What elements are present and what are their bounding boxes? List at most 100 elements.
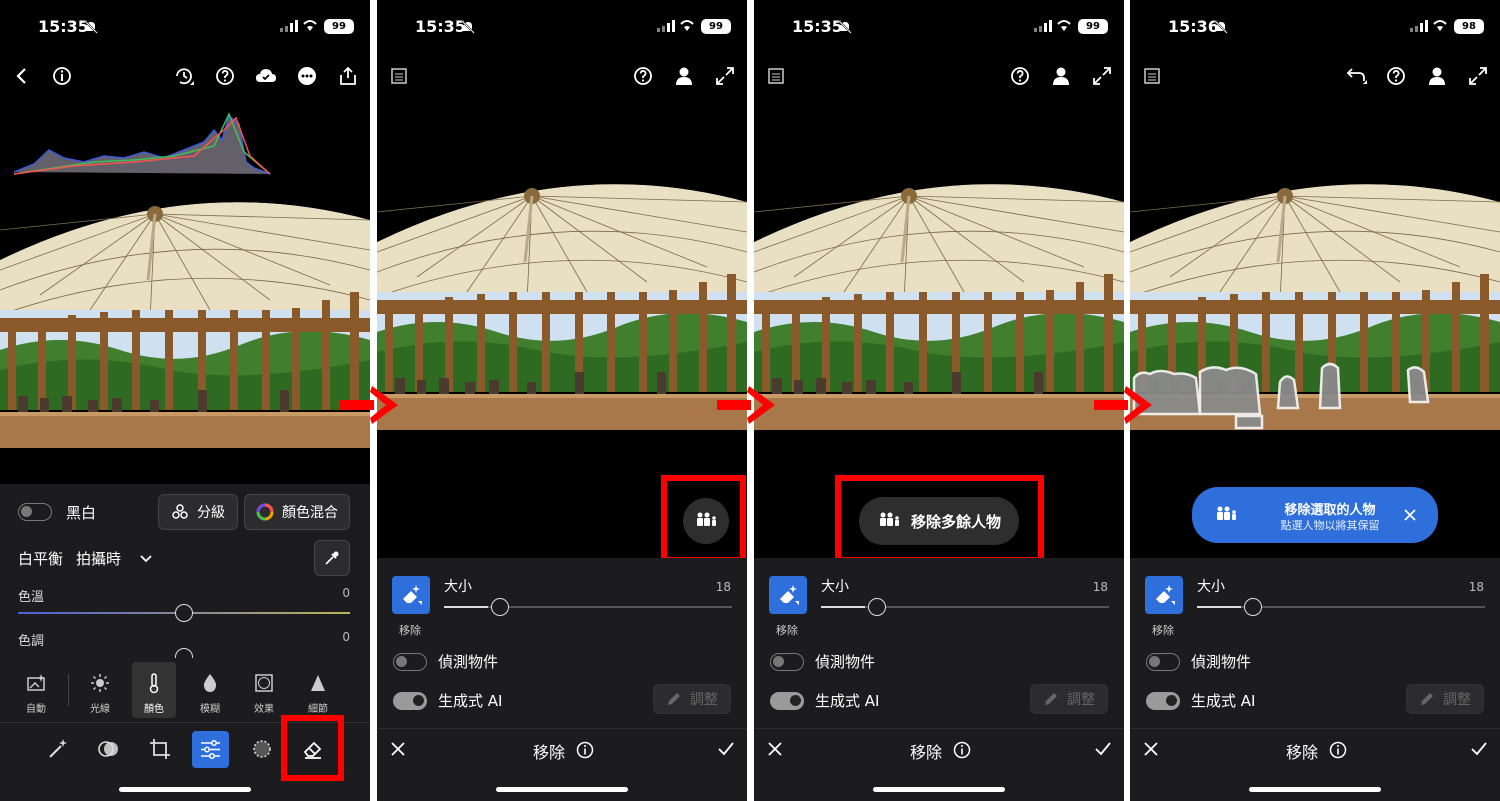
tool-detail[interactable]: 細節 <box>296 670 340 715</box>
person-icon[interactable] <box>672 64 696 88</box>
tint-label: 色調 <box>18 634 45 649</box>
close-icon[interactable] <box>767 741 783 757</box>
adjust-button[interactable]: 調整 <box>1030 684 1108 714</box>
edit-sliders-button[interactable] <box>192 731 229 768</box>
step-arrow-right-icon <box>717 386 775 424</box>
size-label: 大小 <box>1197 579 1225 595</box>
tool-blur[interactable]: 模糊 <box>188 670 232 715</box>
confirm-check-icon[interactable] <box>1470 741 1488 757</box>
expand-icon[interactable] <box>713 64 737 88</box>
share-icon[interactable] <box>336 64 360 88</box>
back-icon[interactable] <box>10 64 34 88</box>
presets-icon[interactable] <box>96 737 122 761</box>
silent-bell-icon <box>461 20 475 34</box>
compare-panel-icon[interactable] <box>387 64 411 88</box>
confirm-check-icon[interactable] <box>717 741 735 757</box>
size-slider-track[interactable] <box>821 606 1109 608</box>
adjust-button[interactable]: 調整 <box>1406 684 1484 714</box>
photo-preview[interactable] <box>754 182 1124 430</box>
expand-icon[interactable] <box>1466 64 1490 88</box>
tool-color[interactable]: 顏色 <box>132 662 176 718</box>
info-icon[interactable] <box>953 741 971 759</box>
person-icon[interactable] <box>1049 64 1073 88</box>
info-icon[interactable] <box>50 64 74 88</box>
history-icon[interactable] <box>172 64 196 88</box>
eyedropper-button[interactable] <box>314 540 350 576</box>
remove-tool-button[interactable] <box>392 576 430 614</box>
home-indicator <box>873 787 1005 792</box>
banner-subtitle: 點選人物以將其保留 <box>1280 519 1380 532</box>
step-arrow-right-icon <box>340 386 398 424</box>
masking-icon[interactable] <box>250 737 274 761</box>
size-label: 大小 <box>444 579 472 595</box>
remove-tool-button[interactable] <box>769 576 807 614</box>
status-time: 15:36 <box>1168 17 1219 36</box>
temp-slider-knob[interactable] <box>175 604 193 622</box>
more-icon[interactable] <box>295 64 319 88</box>
thermometer-icon <box>149 673 159 694</box>
color-mix-button[interactable]: 顏色混合 <box>244 494 350 530</box>
signal-icon <box>280 20 298 32</box>
tool-light[interactable]: 光線 <box>78 670 122 715</box>
photo-preview[interactable] <box>0 200 370 448</box>
wifi-icon <box>1057 20 1071 31</box>
gen-ai-toggle[interactable] <box>770 692 804 710</box>
gen-ai-toggle[interactable] <box>393 692 427 710</box>
gen-ai-toggle[interactable] <box>1146 692 1180 710</box>
size-slider-track[interactable] <box>1197 606 1485 608</box>
confirm-check-icon[interactable] <box>1094 741 1112 757</box>
highlight-pill-box <box>835 475 1044 563</box>
histogram <box>14 112 271 175</box>
expand-icon[interactable] <box>1090 64 1114 88</box>
tint-slider-knob[interactable] <box>175 648 193 658</box>
info-icon[interactable] <box>576 741 594 759</box>
size-slider-knob[interactable] <box>1244 598 1262 616</box>
adjust-button[interactable]: 調整 <box>653 684 731 714</box>
size-slider-knob[interactable] <box>491 598 509 616</box>
battery-indicator: 99 <box>1078 19 1108 34</box>
chevron-down-icon[interactable] <box>138 550 154 566</box>
magic-wand-icon[interactable] <box>46 737 70 761</box>
detect-objects-toggle[interactable] <box>770 653 804 671</box>
signal-icon <box>1034 20 1052 32</box>
silent-bell-icon <box>1214 20 1228 34</box>
grading-button[interactable]: 分級 <box>158 494 238 530</box>
battery-indicator: 99 <box>701 19 731 34</box>
close-icon[interactable] <box>1143 741 1159 757</box>
eyedropper-icon <box>325 551 339 565</box>
size-slider-knob[interactable] <box>868 598 886 616</box>
size-value: 18 <box>1468 580 1484 594</box>
adjust-button-label: 調整 <box>690 692 718 708</box>
bw-toggle[interactable] <box>18 503 52 521</box>
compare-panel-icon[interactable] <box>764 64 788 88</box>
banner-close-icon[interactable] <box>1404 509 1416 521</box>
photo-preview[interactable] <box>377 182 747 430</box>
status-bar: 15:35 99 <box>0 0 370 52</box>
gen-ai-label: 生成式 AI <box>438 692 503 710</box>
help-icon[interactable] <box>1008 64 1032 88</box>
remove-tool-button[interactable] <box>1145 576 1183 614</box>
white-balance-value[interactable]: 拍攝時 <box>76 548 121 569</box>
close-icon[interactable] <box>390 741 406 757</box>
help-icon[interactable] <box>213 64 237 88</box>
color-mix-label: 顏色混合 <box>282 505 338 521</box>
size-slider-track[interactable] <box>444 606 732 608</box>
crop-icon[interactable] <box>148 737 172 761</box>
pencil-icon <box>1045 693 1057 705</box>
status-time: 15:35 <box>415 17 466 36</box>
white-balance-label: 白平衡 <box>18 550 64 568</box>
remove-panel: 移除 大小 18 偵測物件 生成式 AI 調整 <box>377 558 747 728</box>
photo-preview[interactable] <box>1130 182 1500 430</box>
tool-effects[interactable]: 效果 <box>242 670 286 715</box>
compare-panel-icon[interactable] <box>1140 64 1164 88</box>
silent-bell-icon <box>84 20 98 34</box>
detect-objects-toggle[interactable] <box>1146 653 1180 671</box>
help-icon[interactable] <box>1384 64 1408 88</box>
person-icon[interactable] <box>1425 64 1449 88</box>
info-icon[interactable] <box>1329 741 1347 759</box>
cloud-sync-icon[interactable] <box>254 64 278 88</box>
undo-icon[interactable] <box>1344 64 1368 88</box>
detect-objects-toggle[interactable] <box>393 653 427 671</box>
tool-auto[interactable]: 自動 <box>14 670 58 715</box>
help-icon[interactable] <box>631 64 655 88</box>
